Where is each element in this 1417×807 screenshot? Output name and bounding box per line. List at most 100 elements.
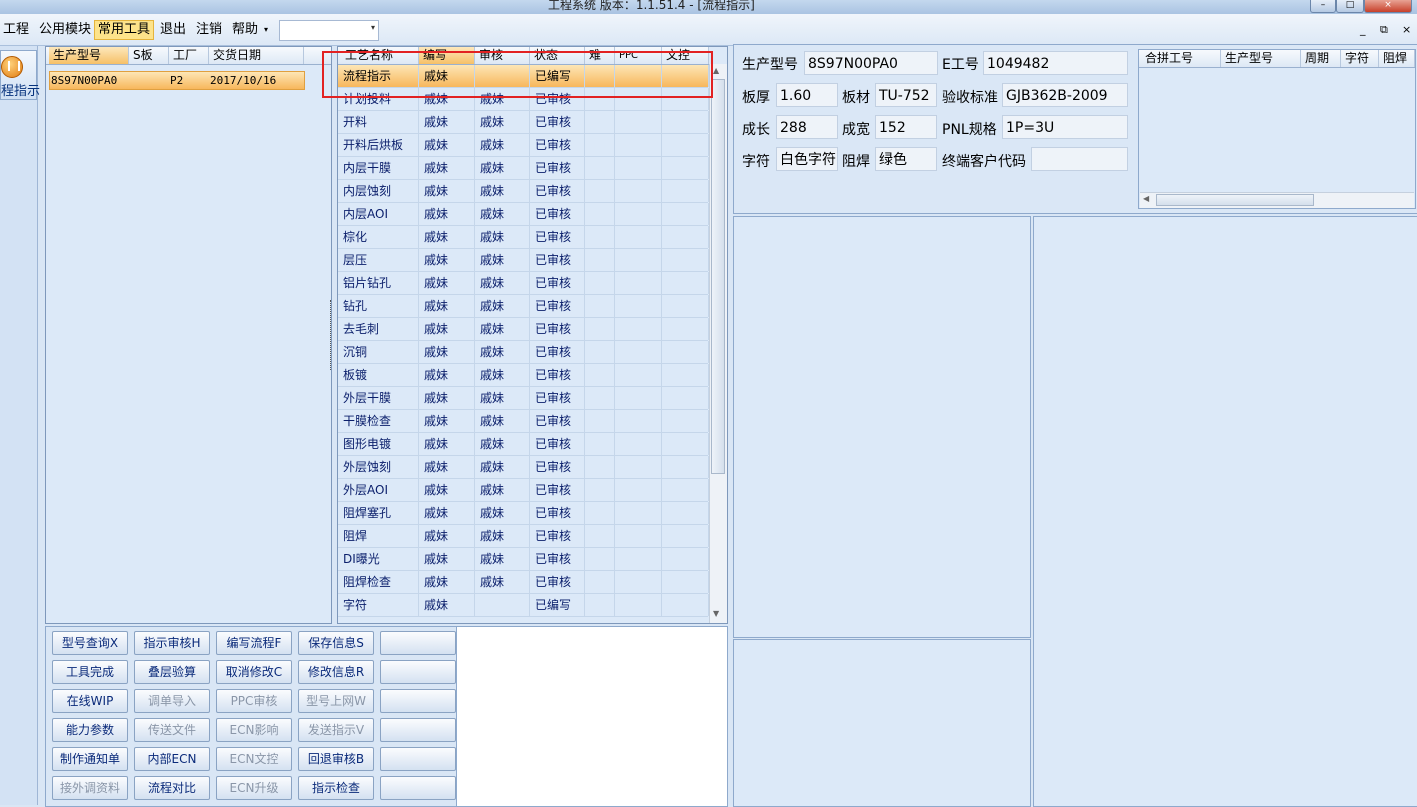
chevron-down-icon[interactable]: ▾ (371, 23, 375, 32)
table-row[interactable]: 字符 戚妹 已编写 (338, 594, 709, 617)
action-button[interactable]: 编写流程F (216, 631, 292, 655)
thickness-field[interactable]: 1.60 (776, 83, 838, 107)
menu-common-modules[interactable]: 公用模块 (36, 20, 94, 40)
action-button[interactable] (380, 631, 456, 655)
table-row[interactable]: 阻焊检查 戚妹 戚妹 已审核 (338, 571, 709, 594)
scroll-down-icon[interactable]: ▼ (713, 609, 719, 618)
action-button[interactable] (380, 776, 456, 800)
length-field[interactable]: 288 (776, 115, 838, 139)
splitter-grip[interactable] (330, 300, 336, 370)
standard-field[interactable]: GJB362B-2009 (1002, 83, 1128, 107)
vertical-scrollbar[interactable]: ▲ ▼ (709, 64, 727, 623)
mask-field[interactable]: 绿色 (875, 147, 937, 171)
close-button[interactable]: × (1364, 0, 1412, 13)
col-legend[interactable]: 字符 (1341, 50, 1379, 67)
col-period[interactable]: 周期 (1301, 50, 1341, 67)
menu-project[interactable]: 工程 (0, 20, 32, 40)
customer-field[interactable] (1031, 147, 1128, 171)
action-button[interactable]: 流程对比 (134, 776, 210, 800)
table-row[interactable]: 沉铜 戚妹 戚妹 已审核 (338, 341, 709, 364)
action-button[interactable]: 传送文件 (134, 718, 210, 742)
action-button[interactable]: 内部ECN (134, 747, 210, 771)
table-row[interactable]: 内层AOI 戚妹 戚妹 已审核 (338, 203, 709, 226)
model-field[interactable]: 8S97N00PA0 (804, 51, 938, 75)
table-row[interactable]: 阻焊 戚妹 戚妹 已审核 (338, 525, 709, 548)
action-button[interactable]: 回退审核B (298, 747, 374, 771)
action-button[interactable] (380, 747, 456, 771)
table-row[interactable]: 图形电镀 戚妹 戚妹 已审核 (338, 433, 709, 456)
help-dropdown-icon[interactable]: ▾ (264, 25, 268, 34)
cell-difficulty (585, 341, 615, 363)
scroll-up-icon[interactable]: ▲ (713, 66, 719, 75)
menu-exit[interactable]: 退出 (157, 20, 189, 40)
action-button[interactable]: 调单导入 (134, 689, 210, 713)
action-button[interactable]: 叠层验算 (134, 660, 210, 684)
col-delivery-date[interactable]: 交货日期 (209, 47, 304, 64)
col-factory[interactable]: 工厂 (169, 47, 209, 64)
width-field[interactable]: 152 (875, 115, 937, 139)
action-button[interactable]: 取消修改C (216, 660, 292, 684)
action-button[interactable]: 发送指示V (298, 718, 374, 742)
table-row[interactable]: 去毛刺 戚妹 戚妹 已审核 (338, 318, 709, 341)
action-button[interactable]: 指示审核H (134, 631, 210, 655)
ework-field[interactable]: 1049482 (983, 51, 1128, 75)
mdi-minimize-icon[interactable]: _ (1360, 23, 1366, 36)
action-button[interactable]: ECN影响 (216, 718, 292, 742)
material-field[interactable]: TU-752 (875, 83, 937, 107)
cell-doc-control (662, 479, 709, 501)
action-button[interactable]: 保存信息S (298, 631, 374, 655)
col-model[interactable]: 生产型号 (1221, 50, 1301, 67)
flow-indicator-button[interactable]: 程指示 (0, 50, 40, 100)
pnl-field[interactable]: 1P=3U (1002, 115, 1128, 139)
action-button[interactable]: 修改信息R (298, 660, 374, 684)
col-s-board[interactable]: S板 (129, 47, 169, 64)
table-row[interactable]: 阻焊塞孔 戚妹 戚妹 已审核 (338, 502, 709, 525)
table-row[interactable]: 棕化 戚妹 戚妹 已审核 (338, 226, 709, 249)
table-row[interactable]: 内层干膜 戚妹 戚妹 已审核 (338, 157, 709, 180)
maximize-button[interactable]: □ (1336, 0, 1364, 13)
action-button[interactable]: 制作通知单 (52, 747, 128, 771)
col-combined-no[interactable]: 合拼工号 (1141, 50, 1221, 67)
table-row[interactable]: 开料 戚妹 戚妹 已审核 (338, 111, 709, 134)
table-row[interactable]: 8S97N00PA0 P2 2017/10/16 (49, 71, 305, 90)
action-button[interactable] (380, 660, 456, 684)
legend-field[interactable]: 白色字符 (776, 147, 838, 171)
menu-help[interactable]: 帮助 (229, 20, 261, 40)
table-row[interactable]: 铝片钻孔 戚妹 戚妹 已审核 (338, 272, 709, 295)
table-row[interactable]: DI曝光 戚妹 戚妹 已审核 (338, 548, 709, 571)
mdi-close-icon[interactable]: × (1402, 23, 1411, 36)
action-button[interactable]: 型号上网W (298, 689, 374, 713)
cell-writer: 戚妹 (419, 134, 475, 156)
action-button[interactable] (380, 718, 456, 742)
table-row[interactable]: 外层蚀刻 戚妹 戚妹 已审核 (338, 456, 709, 479)
action-button[interactable]: 在线WIP (52, 689, 128, 713)
table-row[interactable]: 外层AOI 戚妹 戚妹 已审核 (338, 479, 709, 502)
horizontal-scrollbar[interactable]: ◀ (1140, 192, 1414, 208)
action-button[interactable]: 接外调资料 (52, 776, 128, 800)
table-row[interactable]: 干膜检查 戚妹 戚妹 已审核 (338, 410, 709, 433)
action-button[interactable]: PPC审核 (216, 689, 292, 713)
table-row[interactable]: 内层蚀刻 戚妹 戚妹 已审核 (338, 180, 709, 203)
menu-logout[interactable]: 注销 (193, 20, 225, 40)
minimize-button[interactable]: – (1310, 0, 1336, 13)
table-row[interactable]: 层压 戚妹 戚妹 已审核 (338, 249, 709, 272)
scroll-left-icon[interactable]: ◀ (1143, 194, 1149, 203)
menu-common-tools[interactable]: 常用工具 (94, 20, 155, 40)
action-button[interactable]: ECN升级 (216, 776, 292, 800)
action-button[interactable] (380, 689, 456, 713)
table-row[interactable]: 外层干膜 戚妹 戚妹 已审核 (338, 387, 709, 410)
action-button[interactable]: ECN文控 (216, 747, 292, 771)
toolbar-combo[interactable]: ▾ (279, 20, 379, 41)
scroll-thumb[interactable] (711, 79, 725, 474)
scroll-thumb[interactable] (1156, 194, 1314, 206)
col-solder-mask[interactable]: 阻焊 (1379, 50, 1415, 67)
action-button[interactable]: 指示检查 (298, 776, 374, 800)
action-button[interactable]: 工具完成 (52, 660, 128, 684)
table-row[interactable]: 开料后烘板 戚妹 戚妹 已审核 (338, 134, 709, 157)
table-row[interactable]: 板镀 戚妹 戚妹 已审核 (338, 364, 709, 387)
col-model[interactable]: 生产型号 (49, 47, 129, 64)
mdi-restore-icon[interactable]: ⧉ (1380, 23, 1388, 37)
action-button[interactable]: 能力参数 (52, 718, 128, 742)
table-row[interactable]: 钻孔 戚妹 戚妹 已审核 (338, 295, 709, 318)
action-button[interactable]: 型号查询X (52, 631, 128, 655)
